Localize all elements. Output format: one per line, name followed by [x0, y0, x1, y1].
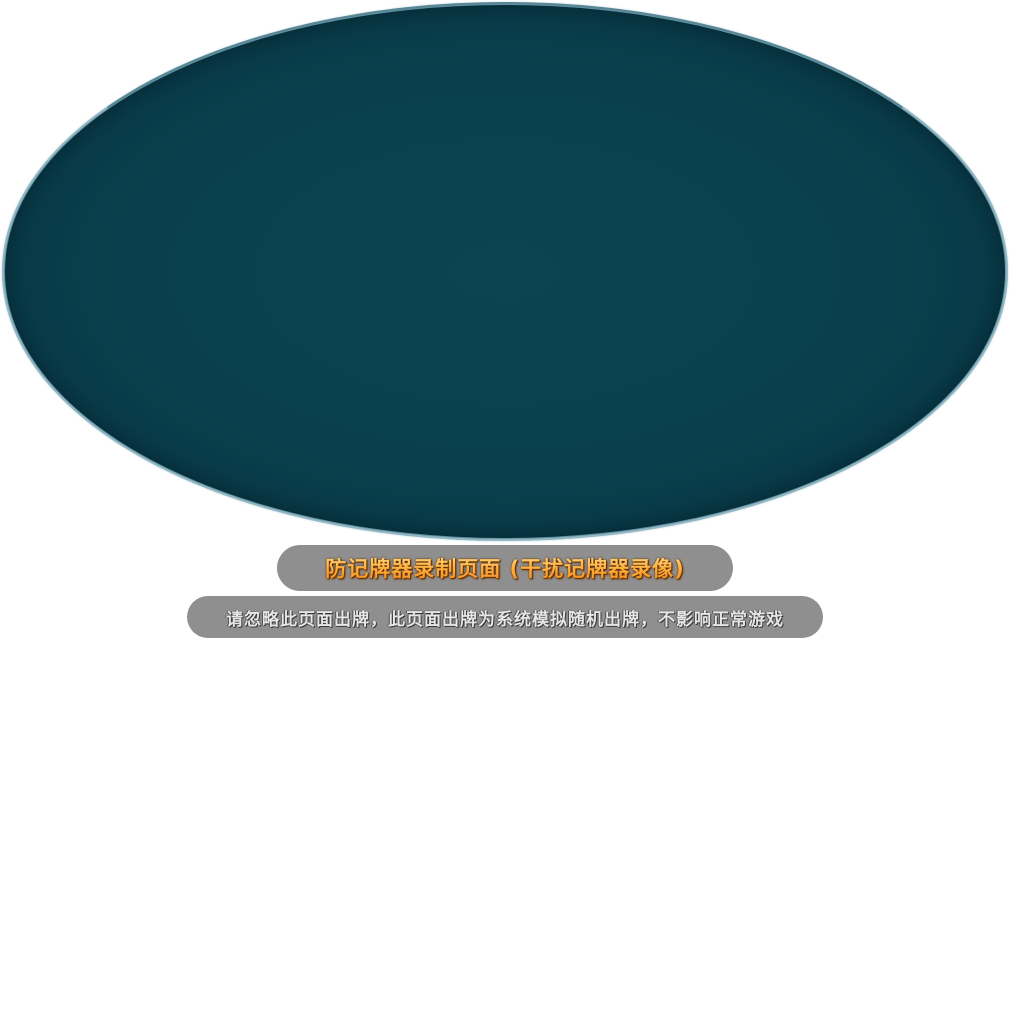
game-screen: 防记牌器录制页面 (干扰记牌器录像) 请忽略此页面出牌，此页面出牌为系统模拟随机… [0, 0, 1024, 1024]
title-banner: 防记牌器录制页面 (干扰记牌器录像) [277, 545, 733, 591]
notice-banner: 请忽略此页面出牌，此页面出牌为系统模拟随机出牌，不影响正常游戏 [187, 596, 823, 638]
card-table [2, 2, 1008, 541]
banner-title: 防记牌器录制页面 (干扰记牌器录像) [325, 553, 685, 583]
banner-subtitle: 请忽略此页面出牌，此页面出牌为系统模拟随机出牌，不影响正常游戏 [226, 609, 784, 630]
